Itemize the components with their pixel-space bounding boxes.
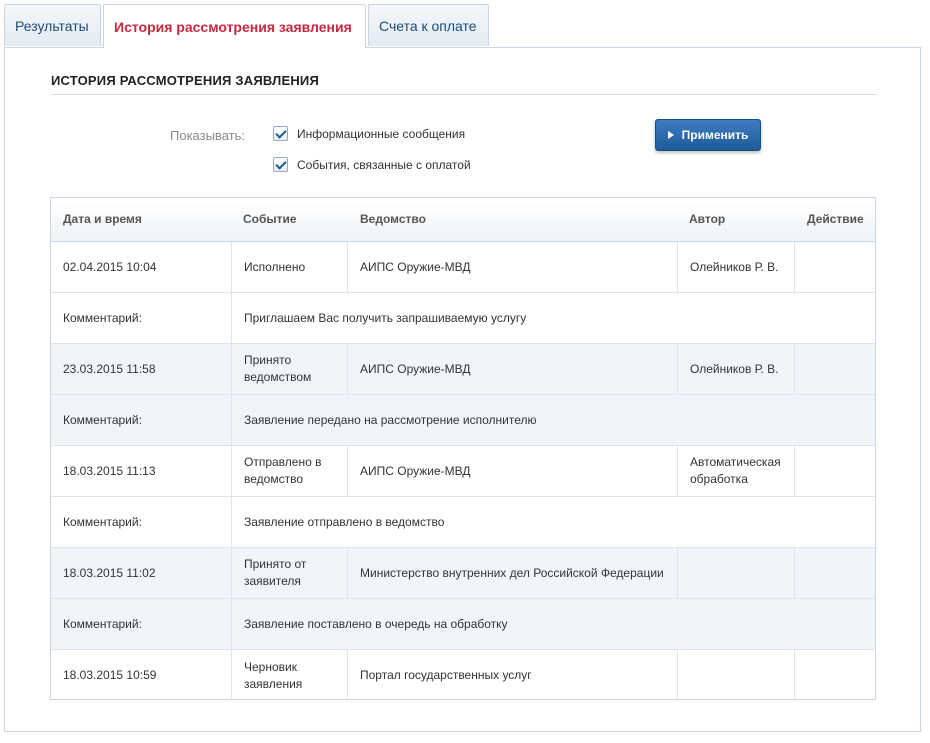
table-header: Дата и время Событие Ведомство Автор Дей… [51,198,875,242]
tab-bar: Результаты История рассмотрения заявлени… [4,4,491,48]
header-author: Автор [689,212,726,226]
row-date: 02.04.2015 10:04 [63,259,157,274]
header-date: Дата и время [63,212,142,226]
play-icon [667,131,674,139]
row-dept: Министерство внутренних дел Российской Ф… [348,548,678,598]
history-table: Дата и время Событие Ведомство Автор Дей… [50,197,876,701]
tab-results[interactable]: Результаты [4,4,101,46]
row-action [795,446,875,496]
history-panel: ИСТОРИЯ РАССМОТРЕНИЯ ЗАЯВЛЕНИЯ Показыват… [4,47,921,732]
row-action [795,548,875,598]
payment-events-option[interactable]: События, связанные с оплатой [273,157,471,172]
row-event: Принято ведомством [231,344,348,394]
comment-label: Комментарий: [63,412,142,427]
filter-label: Показывать: [170,128,245,143]
comment-label: Комментарий: [63,616,142,631]
info-messages-option[interactable]: Информационные сообщения [273,126,465,141]
row-author: Олейников Р. В. [678,344,795,394]
row-action [795,650,875,701]
row-date: 18.03.2015 11:13 [63,463,156,478]
table-row: 23.03.2015 11:58 Принято ведомством АИПС… [51,344,875,395]
comment-text: Заявление поставлено в очередь на обрабо… [231,599,875,649]
row-date: 18.03.2015 11:02 [63,565,156,580]
comment-label: Комментарий: [63,514,142,529]
payment-events-label: События, связанные с оплатой [297,157,471,172]
row-author [678,650,795,701]
row-author [678,548,795,598]
row-dept: Портал государственных услуг [348,650,678,701]
row-event: Черновик заявления [231,650,348,701]
comment-row: Комментарий: Заявление передано на рассм… [51,395,875,446]
row-dept: АИПС Оружие-МВД [348,446,678,496]
tab-history[interactable]: История рассмотрения заявления [103,4,366,48]
row-action [795,242,875,292]
info-messages-label: Информационные сообщения [297,126,466,141]
table-row: 18.03.2015 11:13 Отправлено в ведомство … [51,446,875,497]
header-event: Событие [243,212,297,226]
apply-button[interactable]: Применить [655,119,761,151]
row-action [795,344,875,394]
apply-button-label: Применить [681,128,749,142]
row-dept: АИПС Оружие-МВД [348,344,678,394]
payment-events-checkbox[interactable] [273,157,288,172]
tab-invoices[interactable]: Счета к оплате [368,4,489,46]
section-title: ИСТОРИЯ РАССМОТРЕНИЯ ЗАЯВЛЕНИЯ [51,73,877,95]
comment-row: Комментарий: Заявление отправлено в ведо… [51,497,875,548]
header-dept: Ведомство [360,212,426,226]
row-dept: АИПС Оружие-МВД [348,242,678,292]
row-author: Автоматическая обработка [678,446,795,496]
comment-text: Заявление отправлено в ведомство [231,497,875,547]
row-event: Отправлено в ведомство [231,446,348,496]
comment-label: Комментарий: [63,310,142,325]
table-row: 02.04.2015 10:04 Исполнено АИПС Оружие-М… [51,242,875,293]
row-date: 23.03.2015 11:58 [63,361,156,376]
row-event: Принято от заявителя [231,548,348,598]
row-author: Олейников Р. В. [678,242,795,292]
comment-text: Приглашаем Вас получить запрашиваемую ус… [231,293,875,343]
table-row: 18.03.2015 11:02 Принято от заявителя Ми… [51,548,875,599]
comment-text: Заявление передано на рассмотрение испол… [231,395,875,445]
row-date: 18.03.2015 10:59 [63,668,157,682]
comment-row: Комментарий: Заявление поставлено в очер… [51,599,875,650]
header-action: Действие [807,212,864,226]
table-row: 18.03.2015 10:59 Черновик заявления Порт… [51,650,875,701]
info-messages-checkbox[interactable] [273,126,288,141]
comment-row: Комментарий: Приглашаем Вас получить зап… [51,293,875,344]
row-event: Исполнено [231,242,348,292]
